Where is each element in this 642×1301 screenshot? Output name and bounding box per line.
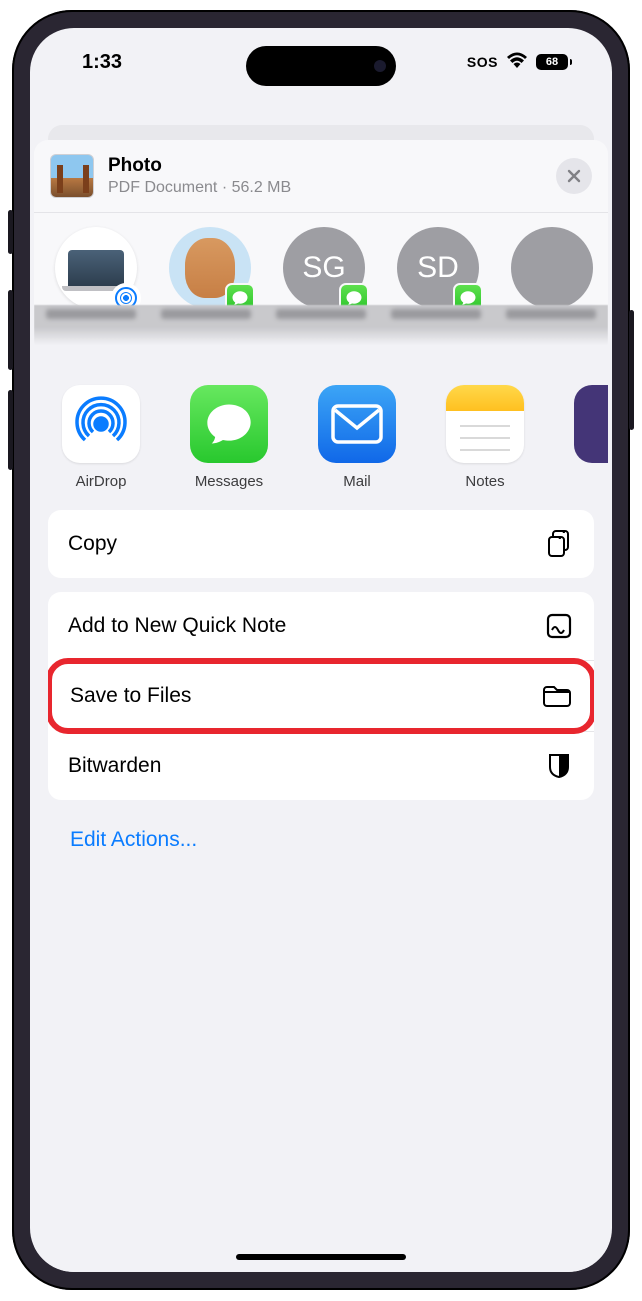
action-quick-note[interactable]: Add to New Quick Note	[48, 592, 594, 660]
app-mail[interactable]: Mail	[304, 385, 410, 490]
power-button[interactable]	[629, 310, 634, 430]
airdrop-icon	[62, 385, 140, 463]
volume-down-button[interactable]	[8, 390, 13, 470]
messages-icon	[190, 385, 268, 463]
actions-list: Copy Add to New Quick Note	[34, 500, 608, 876]
contacts-row[interactable]: SG SD	[34, 213, 608, 309]
phone-frame: 1:33 SOS 68 Photo PDF Document · 56.2 MB	[12, 10, 630, 1290]
copy-icon	[544, 529, 574, 559]
mail-icon	[318, 385, 396, 463]
highlight-annotation: Save to Files	[48, 658, 594, 734]
folder-icon	[542, 681, 572, 711]
document-thumbnail[interactable]	[50, 154, 94, 198]
action-save-to-files[interactable]: Save to Files	[52, 664, 590, 728]
contact-item[interactable]: SG	[278, 227, 370, 309]
sos-indicator: SOS	[467, 54, 498, 70]
contact-item[interactable]: SD	[392, 227, 484, 309]
quick-note-icon	[544, 611, 574, 641]
mute-switch[interactable]	[8, 210, 13, 254]
action-copy[interactable]: Copy	[48, 510, 594, 578]
contact-item[interactable]	[164, 227, 256, 309]
blurred-contact-names	[34, 305, 608, 345]
laptop-icon	[68, 250, 124, 286]
camera-dot	[374, 60, 386, 72]
sheet-header: Photo PDF Document · 56.2 MB	[34, 140, 608, 213]
home-indicator[interactable]	[236, 1254, 406, 1260]
app-more[interactable]: J	[560, 385, 608, 490]
contact-item[interactable]	[506, 227, 598, 309]
edit-actions-link[interactable]: Edit Actions...	[48, 814, 594, 866]
share-sheet: Photo PDF Document · 56.2 MB	[34, 140, 608, 1272]
battery-icon: 68	[536, 54, 572, 70]
app-messages[interactable]: Messages	[176, 385, 282, 490]
airdrop-contact[interactable]	[50, 227, 142, 309]
apps-row[interactable]: AirDrop Messages Mail	[34, 345, 608, 500]
dynamic-island	[246, 46, 396, 86]
document-subtitle: PDF Document · 56.2 MB	[108, 179, 542, 197]
app-airdrop[interactable]: AirDrop	[48, 385, 154, 490]
app-purple-icon	[574, 385, 608, 463]
screen: 1:33 SOS 68 Photo PDF Document · 56.2 MB	[30, 28, 612, 1272]
app-notes[interactable]: Notes	[432, 385, 538, 490]
notes-icon	[446, 385, 524, 463]
volume-up-button[interactable]	[8, 290, 13, 370]
action-bitwarden[interactable]: Bitwarden	[48, 732, 594, 800]
wifi-icon	[506, 51, 528, 74]
bitwarden-icon	[544, 751, 574, 781]
document-title: Photo	[108, 155, 542, 177]
close-button[interactable]	[556, 158, 592, 194]
status-time: 1:33	[82, 51, 122, 74]
